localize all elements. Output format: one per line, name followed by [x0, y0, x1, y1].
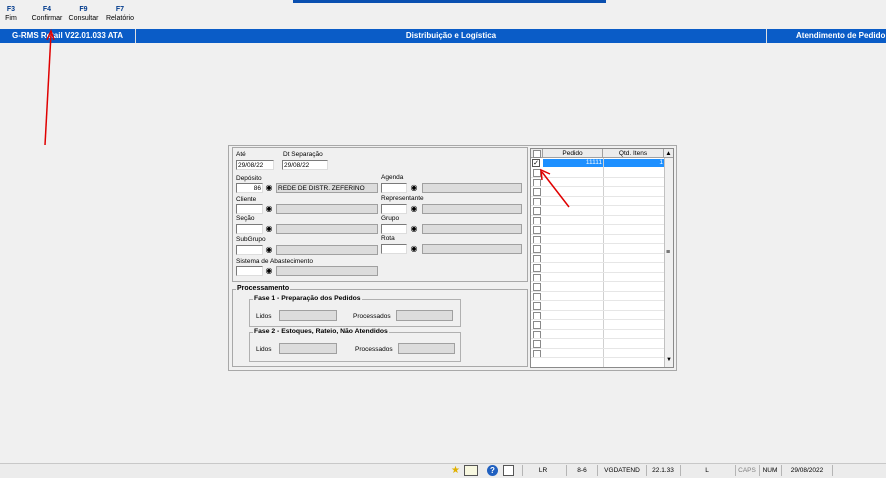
status-separator: [832, 465, 834, 476]
annotation-arrow-line: [44, 33, 52, 146]
document-icon[interactable]: [464, 465, 478, 476]
status-bar: ★ ? LR 8-6 VGDATEND 22.1.33 L CAPS NUM 2…: [0, 463, 886, 478]
clipboard-icon[interactable]: [503, 465, 514, 476]
annotation-arrow-line: [541, 171, 570, 208]
status-l: L: [680, 465, 733, 476]
status-num: NUM: [759, 465, 780, 476]
status-mode: LR: [522, 465, 563, 476]
status-caps: CAPS: [735, 465, 758, 476]
annotation-arrowhead: [540, 168, 551, 181]
status-date: 29/08/2022: [781, 465, 832, 476]
annotation-arrows: [44, 28, 570, 208]
status-version-code: 8-6: [566, 465, 597, 476]
help-icon[interactable]: ?: [487, 465, 498, 476]
status-version: 22.1.33: [646, 465, 679, 476]
status-program: VGDATEND: [597, 465, 646, 476]
favorite-star-icon[interactable]: ★: [451, 465, 460, 476]
